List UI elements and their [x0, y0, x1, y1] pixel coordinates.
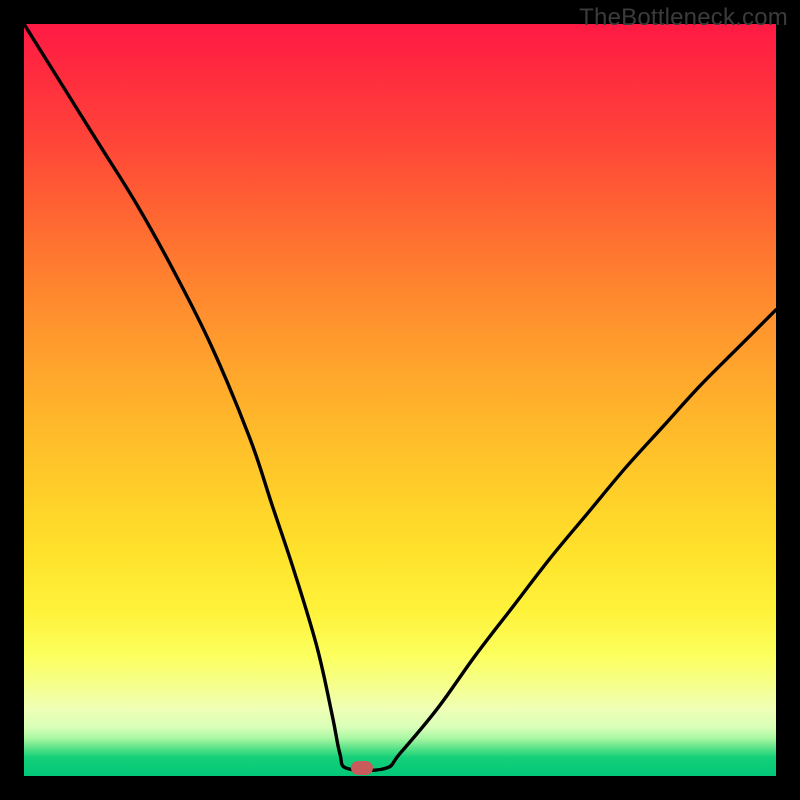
chart-frame: TheBottleneck.com: [0, 0, 800, 800]
watermark-text: TheBottleneck.com: [579, 4, 788, 32]
bottleneck-curve: [24, 24, 776, 776]
optimal-point-marker: [351, 761, 373, 775]
plot-area: [24, 24, 776, 776]
